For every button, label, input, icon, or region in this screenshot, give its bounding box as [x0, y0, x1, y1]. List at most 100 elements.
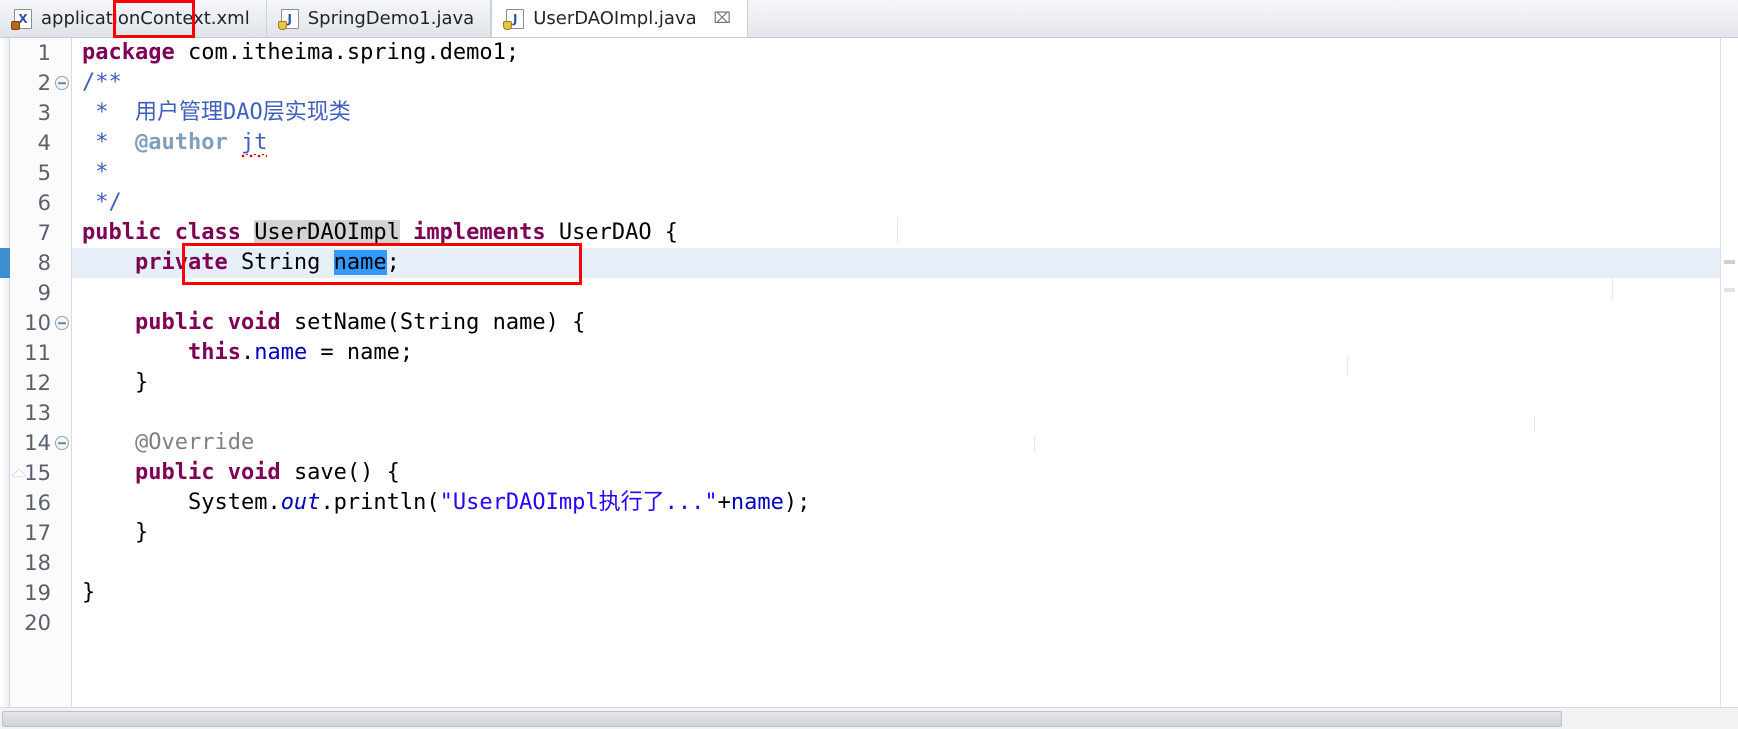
editor-left-annotation-strip[interactable] — [0, 38, 10, 729]
code-line-11[interactable]: this.name = name; — [72, 338, 1720, 368]
tab-UserDAOImpl-java[interactable]: J UserDAOImpl.java ⌧ — [491, 0, 748, 37]
java-file-icon-corner — [503, 20, 513, 30]
line-number-label: 4 — [37, 131, 51, 155]
line-number-10[interactable]: 10 — [10, 308, 71, 338]
code-line-4[interactable]: * @author jt — [72, 128, 1720, 158]
token-annotation-Override: @Override — [134, 430, 255, 455]
line-number-label: 17 — [24, 521, 51, 545]
close-icon[interactable]: ⌧ — [714, 11, 731, 26]
line-number-2[interactable]: 2 — [10, 68, 71, 98]
horizontal-scrollbar[interactable] — [0, 707, 1738, 729]
code-editor[interactable]: 1 2 3 4 5 6 7 8 9 10 11 12 13 14 15 16 17 18 19 20 package … — [0, 38, 1738, 729]
line-number-label: 6 — [37, 191, 51, 215]
token-comment: * 用户管理DAO层实现类 — [82, 100, 351, 125]
code-line-3[interactable]: * 用户管理DAO层实现类 — [72, 98, 1720, 128]
tab-label: applicationContext.xml — [41, 8, 250, 29]
line-number-7[interactable]: 7 — [10, 218, 71, 248]
line-number-18[interactable]: 18 — [10, 548, 71, 578]
code-line-14[interactable]: @Override — [72, 428, 1720, 458]
token-field-name: name — [254, 340, 308, 365]
java-file-icon: J — [503, 8, 525, 30]
code-line-5[interactable]: * — [72, 158, 1720, 188]
token-keyword: implements — [399, 220, 559, 245]
java-file-icon-letter: J — [512, 11, 518, 26]
java-file-icon-letter: J — [287, 11, 292, 26]
code-line-9[interactable] — [72, 278, 1720, 308]
fold-collapse-icon[interactable] — [55, 76, 69, 90]
xml-file-icon-corner — [11, 20, 20, 30]
line-number-label: 16 — [24, 491, 51, 515]
code-line-6[interactable]: */ — [72, 188, 1720, 218]
overview-ruler[interactable] — [1720, 38, 1738, 729]
tab-applicationContext-xml[interactable]: X applicationContext.xml — [0, 0, 267, 37]
line-number-12[interactable]: 12 — [10, 368, 71, 398]
code-line-7[interactable]: public class UserDAOImpl implements User… — [72, 218, 1720, 248]
token-comment: * — [82, 130, 135, 155]
tab-SpringDemo1-java[interactable]: J SpringDemo1.java — [266, 0, 492, 37]
overview-mark — [1724, 260, 1735, 264]
code-line-20[interactable] — [72, 608, 1720, 638]
line-number-17[interactable]: 17 — [10, 518, 71, 548]
token-field-name: name — [730, 490, 784, 515]
tab-label: UserDAOImpl.java — [533, 8, 697, 29]
line-number-19[interactable]: 19 — [10, 578, 71, 608]
code-line-2[interactable]: /** — [72, 68, 1720, 98]
code-line-13[interactable] — [72, 398, 1720, 428]
token-selection-name: name — [333, 250, 387, 275]
fold-collapse-icon[interactable] — [55, 436, 69, 450]
line-number-16[interactable]: 16 — [10, 488, 71, 518]
code-line-18[interactable] — [72, 548, 1720, 578]
line-number-15[interactable]: 15 — [10, 458, 71, 488]
token-comment: /** — [82, 70, 122, 95]
token-keyword: public void — [134, 460, 294, 485]
fold-collapse-icon[interactable] — [55, 316, 69, 330]
code-line-10[interactable]: public void setName(String name) { — [72, 308, 1720, 338]
line-number-8[interactable]: 8 — [10, 248, 71, 278]
line-number-14[interactable]: 14 — [10, 428, 71, 458]
line-number-11[interactable]: 11 — [10, 338, 71, 368]
line-number-9[interactable]: 9 — [10, 278, 71, 308]
scrollbar-thumb[interactable] — [2, 711, 1562, 727]
eclipse-java-editor-window: X applicationContext.xml J SpringDemo1.j… — [0, 0, 1738, 729]
code-line-1[interactable]: package com.itheima.spring.demo1; — [72, 38, 1720, 68]
line-number-label: 8 — [37, 251, 51, 275]
token-plain: com.itheima.spring.demo1; — [174, 40, 520, 65]
token-comment — [228, 130, 241, 155]
line-number-3[interactable]: 3 — [10, 98, 71, 128]
line-number-4[interactable]: 4 — [10, 128, 71, 158]
code-line-17[interactable]: } — [72, 518, 1720, 548]
code-line-16[interactable]: System.out.println("UserDAOImpl执行了..."+n… — [72, 488, 1720, 518]
code-line-15[interactable]: public void save() { — [72, 458, 1720, 488]
code-line-12[interactable]: } — [72, 368, 1720, 398]
line-number-label: 14 — [24, 431, 51, 455]
token-static-field-out: out — [280, 490, 321, 515]
line-number-label: 7 — [37, 221, 51, 245]
token-plain: String — [227, 250, 334, 275]
line-number-gutter[interactable]: 1 2 3 4 5 6 7 8 9 10 11 12 13 14 15 16 17 18 19 20 — [10, 38, 72, 729]
token-plain: .println( — [320, 490, 440, 515]
line-number-20[interactable]: 20 — [10, 608, 71, 638]
line-number-5[interactable]: 5 — [10, 158, 71, 188]
line-number-1[interactable]: 1 — [10, 38, 71, 68]
overview-mark — [1724, 288, 1735, 292]
code-line-8[interactable]: private String name; — [72, 248, 1720, 278]
line-number-label: 2 — [37, 71, 51, 95]
token-occurrence-UserDAOImpl: UserDAOImpl — [254, 220, 400, 246]
code-line-19[interactable]: } — [72, 578, 1720, 608]
override-indicator-icon — [12, 469, 26, 477]
token-javadoc-tag: @author — [134, 130, 228, 155]
line-number-6[interactable]: 6 — [10, 188, 71, 218]
token-method-name: setName(String name) { — [293, 310, 586, 335]
line-number-label: 11 — [24, 341, 51, 365]
token-plain: = name; — [307, 340, 414, 365]
tab-label: SpringDemo1.java — [307, 8, 475, 29]
line-number-13[interactable]: 13 — [10, 398, 71, 428]
source-code-area[interactable]: package com.itheima.spring.demo1; /** * … — [72, 38, 1720, 729]
token-method-name: save() { — [293, 460, 400, 485]
